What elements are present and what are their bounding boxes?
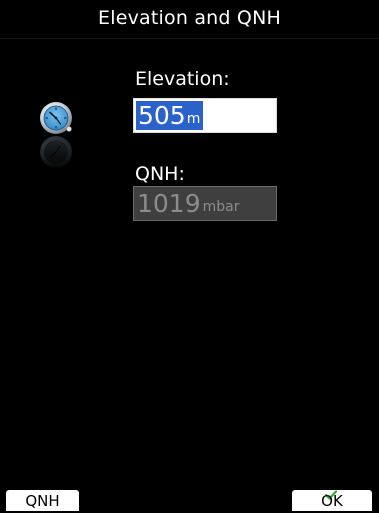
elevation-value: 505 xyxy=(138,101,186,130)
elevation-input[interactable]: 505 m xyxy=(133,98,277,133)
qnh-input[interactable]: 1019 mbar xyxy=(133,186,277,221)
qnh-unit: mbar xyxy=(202,199,240,215)
elevation-value-selection: 505 m xyxy=(136,101,204,130)
qnh-value: 1019 xyxy=(137,189,201,218)
qnh-value-display: 1019 mbar xyxy=(137,189,239,218)
clock-dial-icon xyxy=(33,98,81,170)
dialog-title: Elevation and QNH xyxy=(98,7,281,29)
qnh-label: QNH: xyxy=(135,163,185,185)
ok-softkey-label: OK xyxy=(321,492,343,510)
elevation-label: Elevation: xyxy=(135,68,230,90)
title-bar: Elevation and QNH xyxy=(0,0,379,39)
elevation-unit: m xyxy=(186,111,201,127)
qnh-softkey-label: QNH xyxy=(25,492,60,510)
ok-softkey-button[interactable]: OK xyxy=(292,490,372,511)
qnh-softkey-button[interactable]: QNH xyxy=(6,490,79,511)
